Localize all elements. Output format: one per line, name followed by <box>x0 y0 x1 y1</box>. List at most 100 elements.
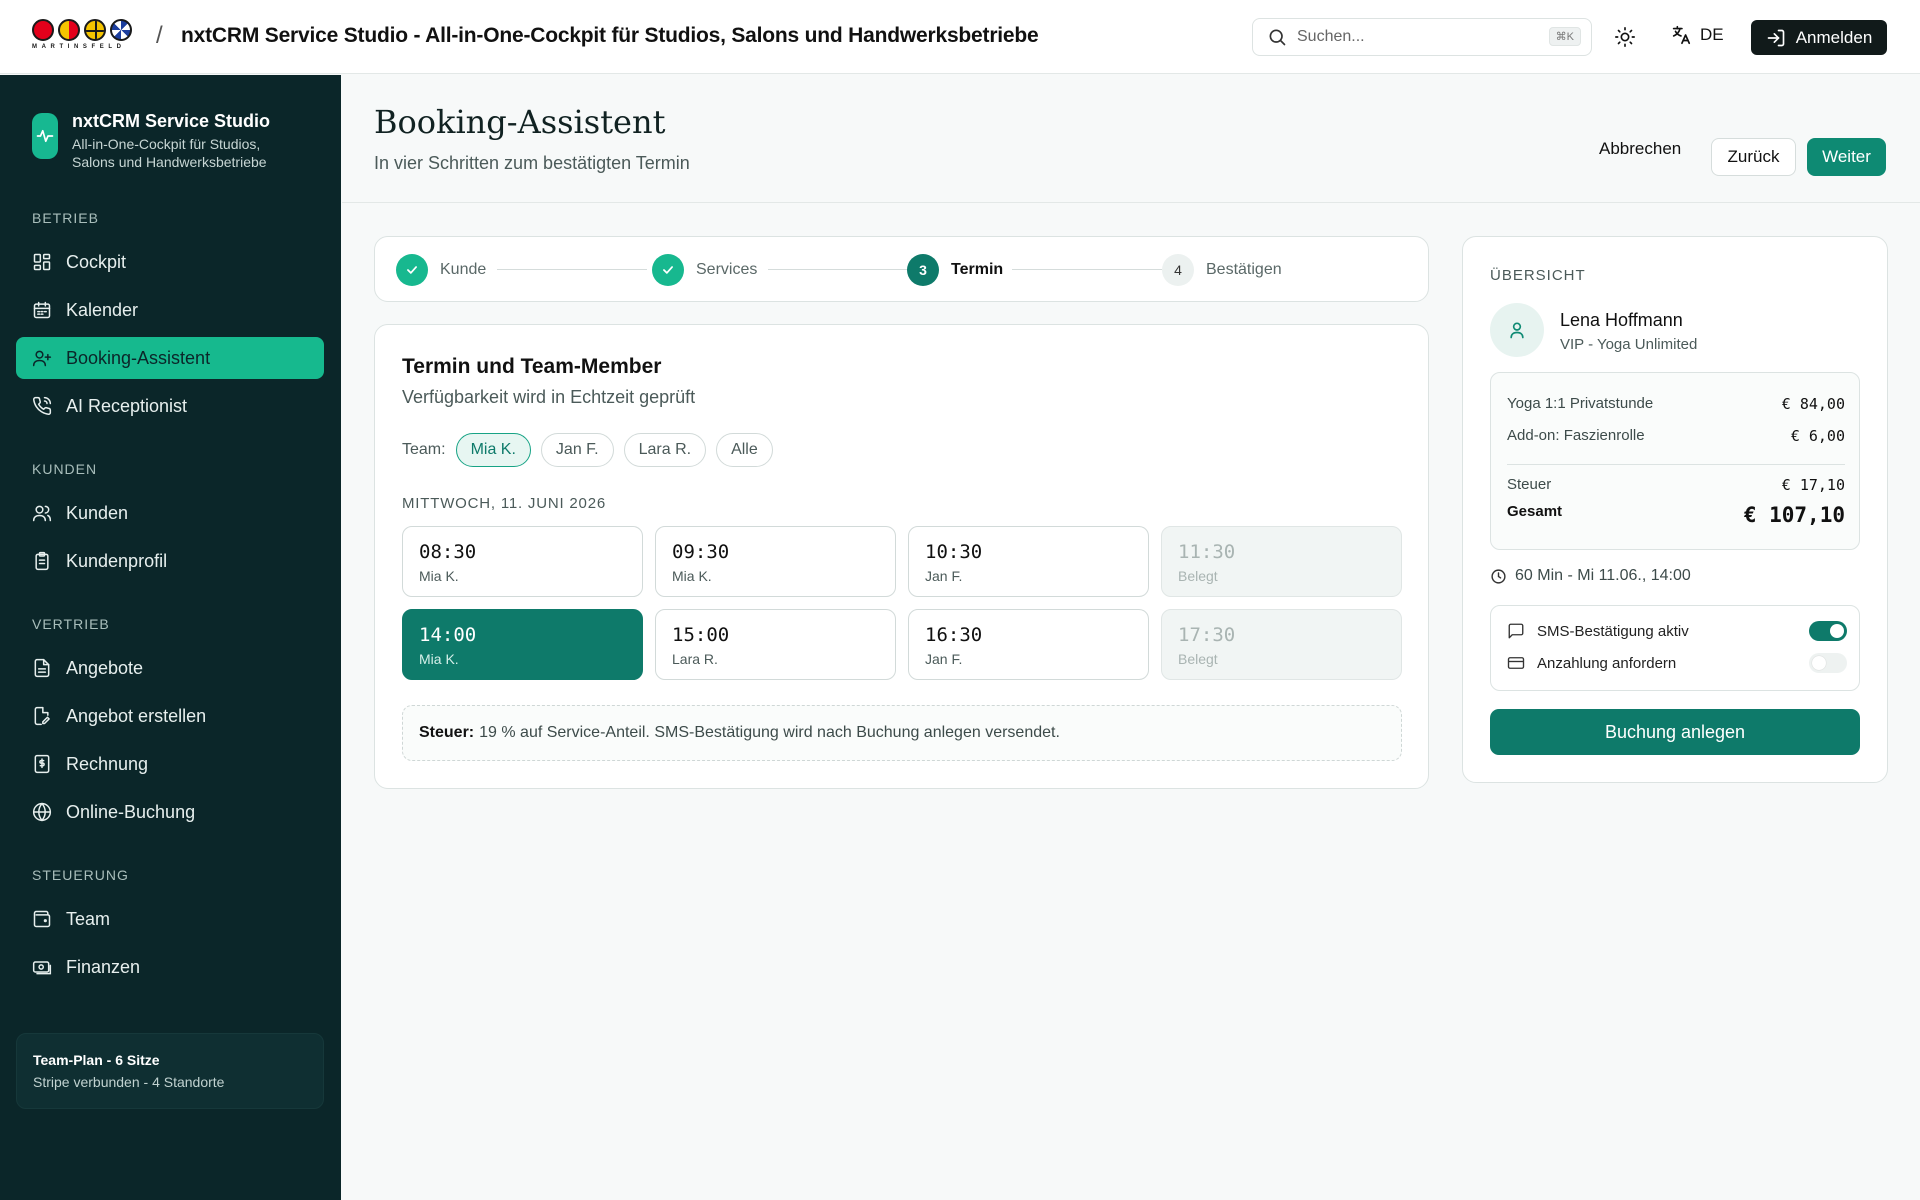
slot-staff: Lara R. <box>672 651 718 667</box>
plan-title: Team-Plan - 6 Sitze <box>33 1052 160 1068</box>
slot-time: 08:30 <box>419 541 477 563</box>
sidebar-item-online-buchung[interactable]: Online-Buchung <box>16 791 324 833</box>
tax-note-label: Steuer: <box>419 724 475 741</box>
step-connector <box>1012 269 1162 270</box>
slot-staff: Jan F. <box>925 651 963 667</box>
time-slot-grid: 08:30 Mia K. 09:30 Mia K. 10:30 Jan F. 1… <box>402 526 1402 680</box>
translate-icon <box>1672 25 1691 45</box>
create-booking-button[interactable]: Buchung anlegen <box>1490 709 1860 755</box>
team-chip-mia[interactable]: Mia K. <box>455 433 531 467</box>
sidebar-item-label: Kunden <box>66 502 129 523</box>
time-slot[interactable]: 15:00 Lara R. <box>655 609 896 680</box>
next-button[interactable]: Weiter <box>1807 138 1886 176</box>
section-label-vertrieb: VERTRIEB <box>32 616 110 632</box>
sidebar-item-kundenprofil[interactable]: Kundenprofil <box>16 540 324 582</box>
app-title: nxtCRM Service Studio - All-in-One-Cockp… <box>181 24 1039 47</box>
step-bestaetigen[interactable]: 4 Bestätigen <box>1162 254 1282 286</box>
pulse-icon <box>32 113 58 159</box>
sun-icon <box>1615 27 1635 47</box>
back-button[interactable]: Zurück <box>1711 138 1796 176</box>
plan-subtitle: Stripe verbunden - 4 Standorte <box>33 1074 225 1090</box>
sidebar-item-kunden[interactable]: Kunden <box>16 492 324 534</box>
brand[interactable]: nxtCRM Service Studio All-in-One-Cockpit… <box>32 111 302 171</box>
slot-staff: Mia K. <box>419 568 459 584</box>
card-title: Termin und Team-Member <box>402 355 662 378</box>
brand-subtitle: All-in-One-Cockpit für Studios, Salons u… <box>72 136 267 170</box>
martinsfeld-logo[interactable]: MARTINSFELD <box>32 19 138 55</box>
theme-toggle-button[interactable] <box>1612 24 1638 50</box>
search-input[interactable] <box>1297 28 1537 46</box>
termin-card: Termin und Team-Member Verfügbarkeit wir… <box>374 324 1429 789</box>
sidebar-item-kalender[interactable]: Kalender <box>16 289 324 331</box>
step-termin[interactable]: 3 Termin <box>907 254 1003 286</box>
sidebar-item-angebote[interactable]: Angebote <box>16 647 324 689</box>
duration-text: 60 Min - Mi 11.06., 14:00 <box>1515 567 1691 584</box>
step-services[interactable]: Services <box>652 254 757 286</box>
slot-status: Belegt <box>1178 651 1218 667</box>
cancel-button[interactable]: Abbrechen <box>1599 139 1681 159</box>
sidebar-item-finanzen[interactable]: Finanzen <box>16 946 324 988</box>
sidebar-item-rechnung[interactable]: Rechnung <box>16 743 324 785</box>
slot-status: Belegt <box>1178 568 1218 584</box>
team-chip-alle[interactable]: Alle <box>716 433 773 467</box>
booking-stepper: Kunde Services 3 Termin 4 Bestätigen <box>374 236 1429 302</box>
message-icon <box>1508 623 1524 639</box>
time-slot[interactable]: 09:30 Mia K. <box>655 526 896 597</box>
team-chip-lara[interactable]: Lara R. <box>623 433 707 467</box>
price-value: € 84,00 <box>1781 395 1845 413</box>
page-title: Booking-Assistent <box>374 103 666 141</box>
price-label: Add-on: Faszienrolle <box>1507 427 1645 444</box>
sidebar-item-ai-receptionist[interactable]: AI Receptionist <box>16 385 324 427</box>
card-subtitle: Verfügbarkeit wird in Echtzeit geprüft <box>402 387 696 407</box>
dashboard-icon <box>33 253 51 271</box>
time-slot-busy: 11:30 Belegt <box>1161 526 1402 597</box>
search-icon <box>1269 29 1286 46</box>
sms-option: SMS-Bestätigung aktiv <box>1507 621 1847 641</box>
section-label-betrieb: BETRIEB <box>32 210 99 226</box>
sidebar-item-label: Angebot erstellen <box>66 705 207 726</box>
price-label: Yoga 1:1 Privatstunde <box>1507 395 1654 412</box>
sms-toggle[interactable] <box>1809 621 1847 641</box>
logo-cross-dot <box>84 19 106 41</box>
search-box[interactable]: ⌘K <box>1252 18 1592 56</box>
customer-info: Lena Hoffmann VIP - Yoga Unlimited <box>1490 303 1697 357</box>
deposit-toggle[interactable] <box>1809 653 1847 673</box>
slot-time: 14:00 <box>419 624 477 646</box>
calendar-icon <box>33 301 51 319</box>
step-number: 3 <box>907 254 939 286</box>
language-switcher[interactable]: DE <box>1670 24 1724 46</box>
duration-info: 60 Min - Mi 11.06., 14:00 <box>1490 567 1691 585</box>
time-slot[interactable]: 10:30 Jan F. <box>908 526 1149 597</box>
language-label: DE <box>1700 25 1724 44</box>
slot-staff: Mia K. <box>419 651 459 667</box>
price-line: Add-on: Faszienrolle € 6,00 <box>1507 427 1845 445</box>
team-label: Team: <box>402 441 446 458</box>
sidebar-item-team[interactable]: Team <box>16 898 324 940</box>
deposit-label: Anzahlung anfordern <box>1537 654 1677 672</box>
login-button[interactable]: Anmelden <box>1751 20 1887 55</box>
time-slot[interactable]: 16:30 Jan F. <box>908 609 1149 680</box>
slot-time: 10:30 <box>925 541 983 563</box>
tax-note: Steuer: 19 % auf Service-Anteil. SMS-Bes… <box>402 705 1402 761</box>
step-kunde[interactable]: Kunde <box>396 254 486 286</box>
document-icon <box>34 658 50 678</box>
sidebar-item-label: Angebote <box>66 657 144 678</box>
page-subtitle: In vier Schritten zum bestätigten Termin <box>374 153 690 173</box>
slot-time: 09:30 <box>672 541 730 563</box>
top-bar: MARTINSFELD / nxtCRM Service Studio - Al… <box>0 0 1920 74</box>
time-slot-selected[interactable]: 14:00 Mia K. <box>402 609 643 680</box>
sidebar-item-booking-assistent[interactable]: Booking-Assistent <box>16 337 324 379</box>
team-chip-jan[interactable]: Jan F. <box>540 433 614 467</box>
edit-document-icon <box>34 706 50 726</box>
check-icon <box>396 254 428 286</box>
time-slot[interactable]: 08:30 Mia K. <box>402 526 643 597</box>
sidebar-item-angebot-erstellen[interactable]: Angebot erstellen <box>16 695 324 737</box>
logo-star-dot <box>110 19 132 41</box>
date-label: MITTWOCH, 11. JUNI 2026 <box>402 495 606 512</box>
search-shortcut: ⌘K <box>1548 27 1581 46</box>
plan-card[interactable]: Team-Plan - 6 Sitze Stripe verbunden - 4… <box>16 1033 324 1109</box>
team-filter: Team: Mia K. Jan F. Lara R. Alle <box>402 433 773 467</box>
sidebar-item-label: Cockpit <box>66 251 127 272</box>
sidebar-item-cockpit[interactable]: Cockpit <box>16 241 324 283</box>
users-icon <box>32 505 52 522</box>
